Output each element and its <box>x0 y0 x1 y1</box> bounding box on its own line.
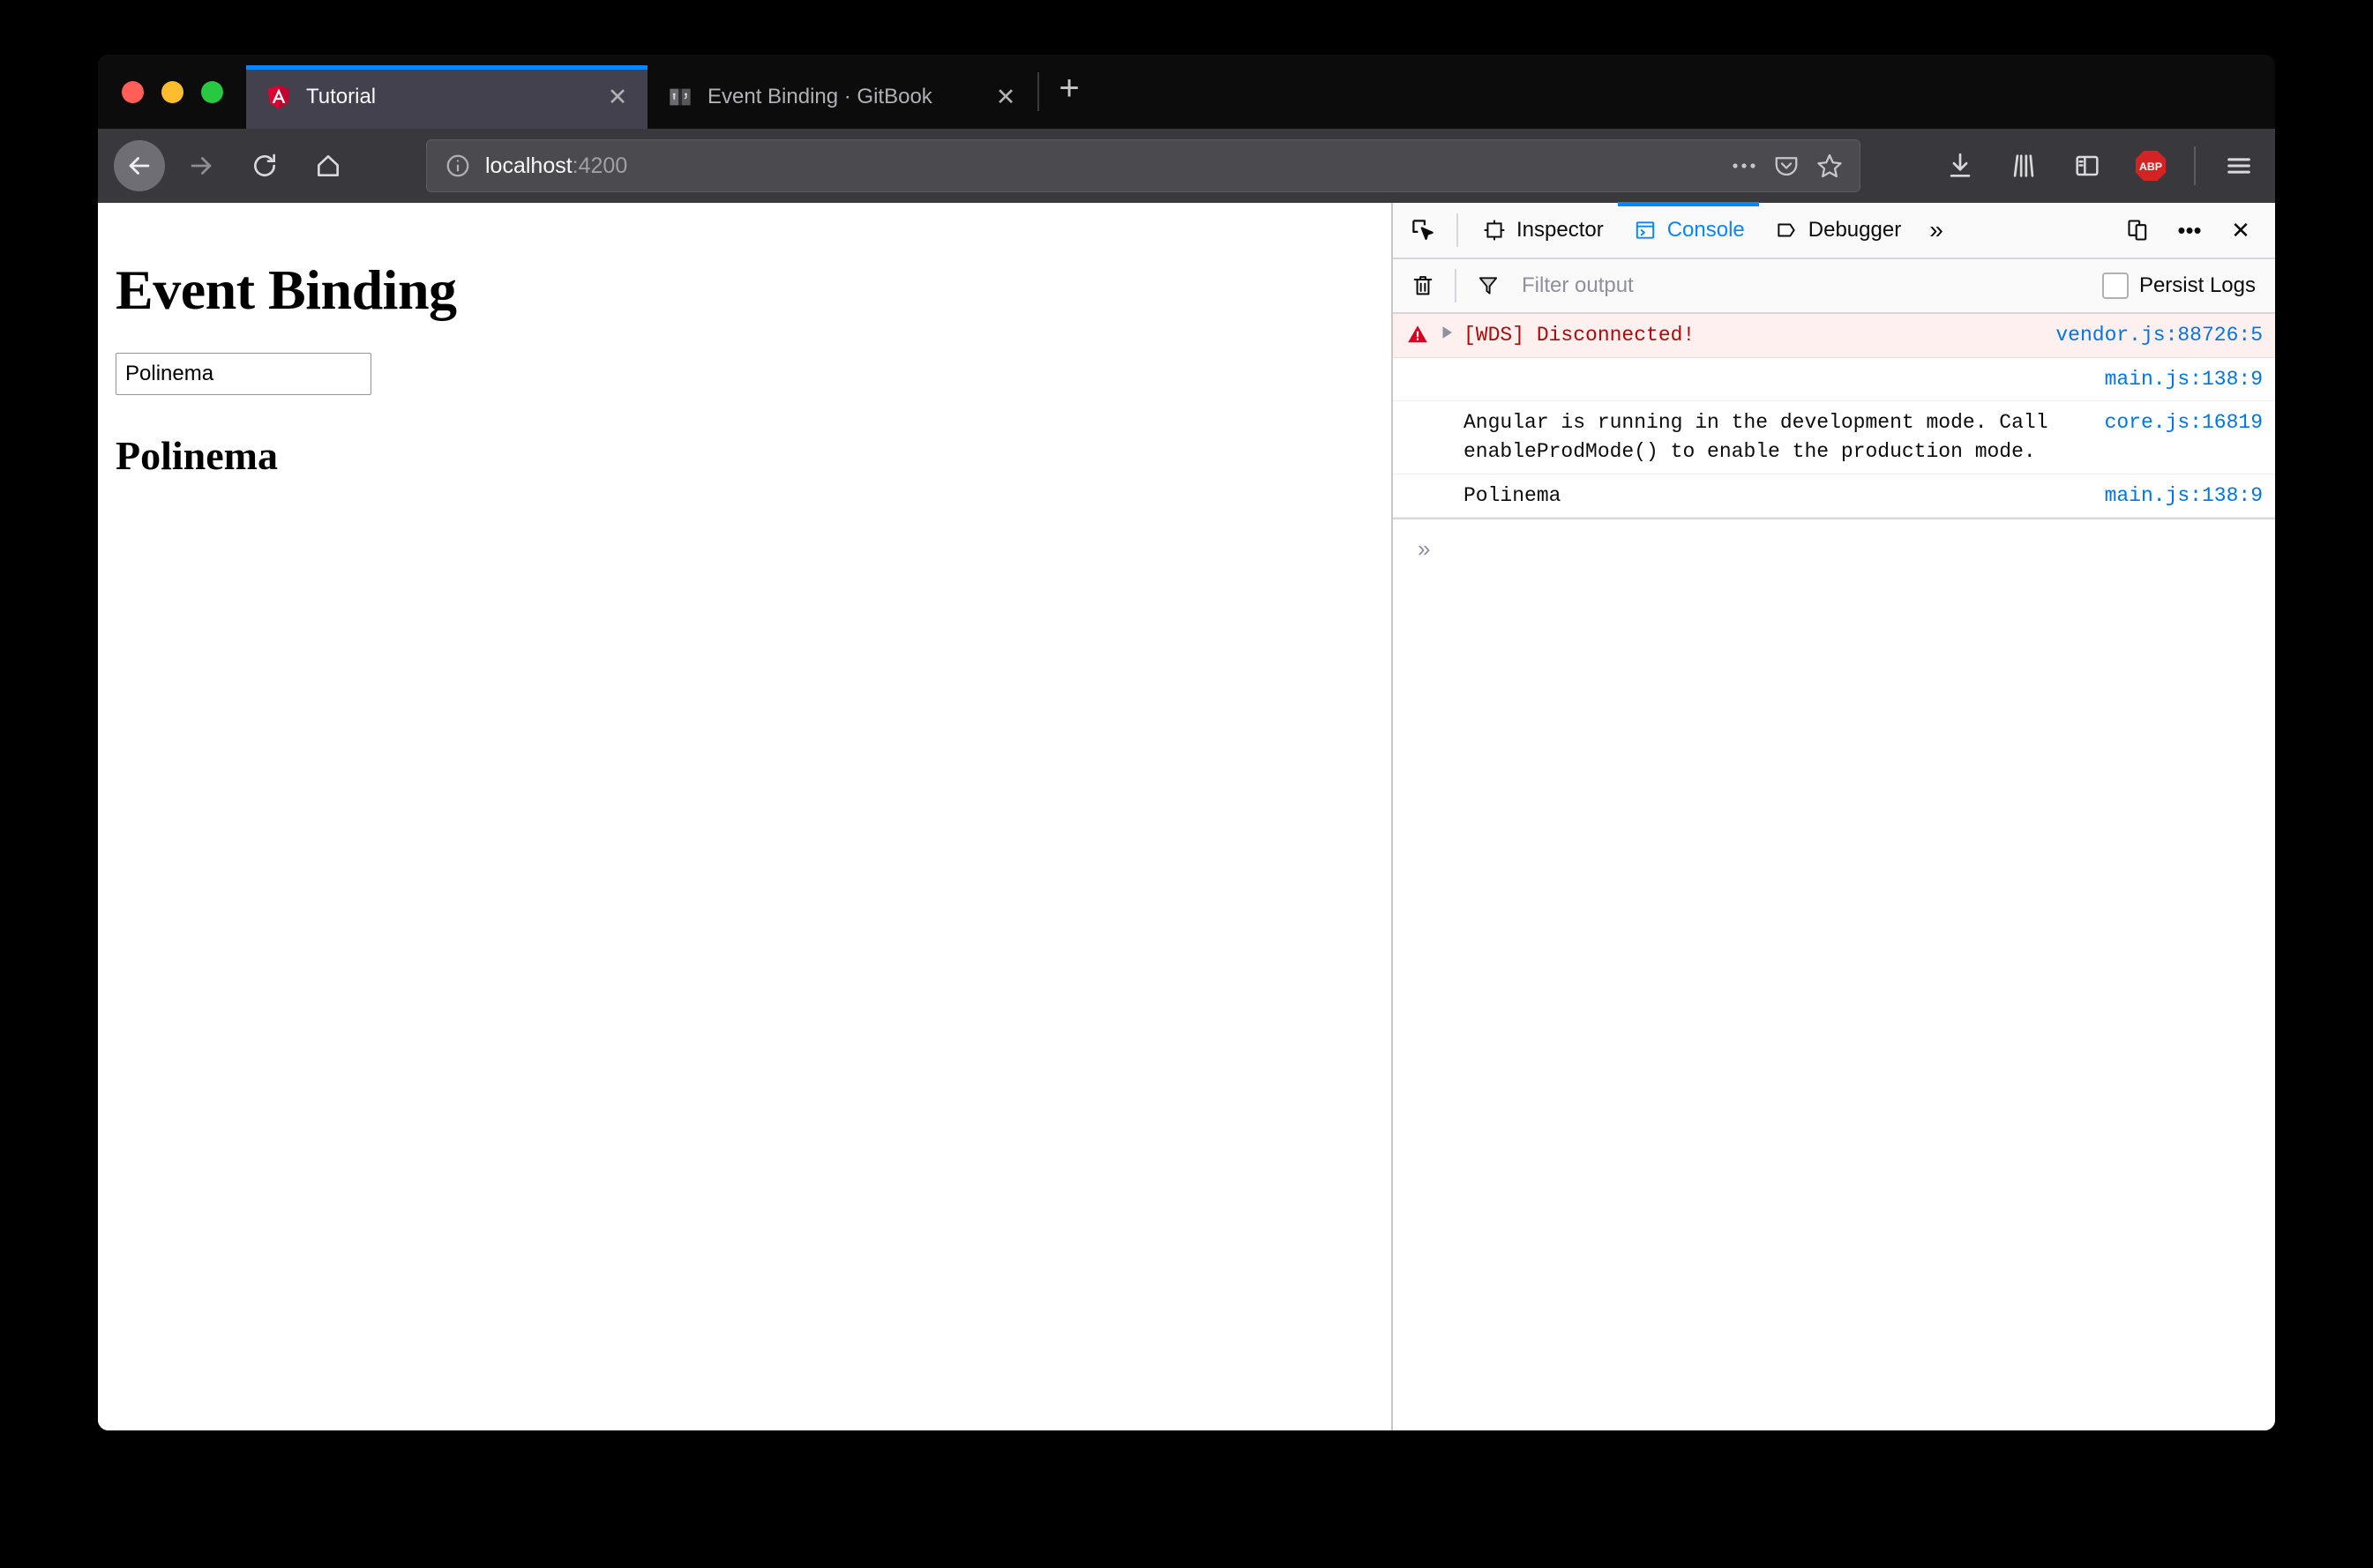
back-button[interactable] <box>114 140 165 191</box>
console-message-source[interactable]: vendor.js:88726:5 <box>2034 321 2263 350</box>
gitbook-icon <box>667 84 693 110</box>
tab-event-binding-gitbook[interactable]: Event Binding · GitBook ✕ <box>648 65 1036 129</box>
navigation-toolbar: localhost:4200 ABP <box>98 129 2275 203</box>
url-host: localhost <box>485 153 573 178</box>
tab-close-button[interactable]: ✕ <box>600 79 635 115</box>
console-message-text: Angular is running in the development mo… <box>1463 411 2048 463</box>
console-message-source[interactable]: main.js:138:9 <box>2084 365 2263 394</box>
message-icon-placeholder <box>1402 365 1434 367</box>
tab-debugger[interactable]: Debugger <box>1759 204 1915 257</box>
prompt-chevron-icon: » <box>1418 534 1431 562</box>
tab-tutorial[interactable]: Tutorial ✕ <box>246 65 648 129</box>
reload-button[interactable] <box>237 138 292 193</box>
tab-title: Tutorial <box>306 85 377 108</box>
browser-window: Tutorial ✕ Event Binding · GitBook ✕ + l… <box>98 55 2275 1430</box>
library-icon[interactable] <box>2003 146 2044 186</box>
console-message-text: [WDS] Disconnected! <box>1463 324 1696 347</box>
inspector-icon <box>1481 217 1508 243</box>
clear-console-icon[interactable] <box>1400 263 1446 309</box>
toolbar-divider <box>1456 213 1458 247</box>
forward-button[interactable] <box>174 138 228 193</box>
console-message-text: Polinema <box>1463 483 1561 507</box>
console-message-row[interactable]: Angular is running in the development mo… <box>1393 401 2275 474</box>
devtools-close-icon[interactable]: ✕ <box>2219 208 2263 252</box>
console-message-row[interactable]: Polinema main.js:138:9 <box>1393 474 2275 519</box>
expand-triangle-icon[interactable] <box>1434 321 1460 340</box>
filter-icon[interactable] <box>1465 263 1511 309</box>
close-window-button[interactable] <box>122 80 144 103</box>
console-input-prompt[interactable]: » <box>1393 518 2275 578</box>
sidebar-icon[interactable] <box>2067 146 2107 186</box>
star-icon[interactable] <box>1815 152 1844 180</box>
tab-label: Inspector <box>1516 218 1604 242</box>
tab-label: Debugger <box>1808 218 1902 242</box>
web-page-content: Event Binding Polinema <box>98 203 1393 1430</box>
home-button[interactable] <box>301 138 356 193</box>
ellipsis-icon[interactable] <box>1731 161 1757 170</box>
filter-output-input[interactable] <box>1511 273 2102 299</box>
devtools-meatball-menu-icon[interactable]: ••• <box>2167 208 2212 252</box>
tab-console[interactable]: Console <box>1617 202 1759 257</box>
page-title: Event Binding <box>116 258 457 321</box>
zoom-window-button[interactable] <box>201 80 223 103</box>
console-message-source[interactable]: main.js:138:9 <box>2084 482 2263 511</box>
output-heading: Polinema <box>116 433 278 478</box>
error-triangle-icon <box>1402 321 1434 346</box>
new-tab-button[interactable]: + <box>1044 63 1094 113</box>
tab-title: Event Binding · GitBook <box>707 85 932 108</box>
url-text: localhost:4200 <box>485 153 1731 179</box>
tab-strip: Tutorial ✕ Event Binding · GitBook ✕ + <box>98 55 2275 129</box>
url-bar[interactable]: localhost:4200 <box>426 139 1860 192</box>
debugger-icon <box>1773 217 1800 243</box>
url-actions <box>1731 152 1844 180</box>
console-icon <box>1632 217 1658 243</box>
window-controls <box>98 55 246 129</box>
toolbar-right-icons: ABP <box>1931 146 2259 186</box>
devtools-toolbar: Inspector Console Debugger » ••• ✕ <box>1393 202 2275 259</box>
toolbar-separator <box>2194 146 2196 185</box>
expand-placeholder <box>1434 408 1460 412</box>
angular-icon <box>266 84 292 110</box>
tab-label: Console <box>1666 218 1745 242</box>
url-port: :4200 <box>572 153 628 178</box>
responsive-design-mode-icon[interactable] <box>2116 208 2160 252</box>
content-area: Event Binding Polinema Polinema Inspecto… <box>98 202 2275 1430</box>
message-icon-placeholder <box>1402 482 1434 483</box>
persist-logs-label: Persist Logs <box>2138 273 2256 297</box>
persist-logs-checkbox[interactable] <box>2101 273 2129 299</box>
element-picker-icon[interactable] <box>1398 205 1448 255</box>
persist-logs-toggle[interactable]: Persist Logs <box>2101 273 2275 299</box>
minimize-window-button[interactable] <box>161 80 183 103</box>
pocket-icon[interactable] <box>1773 153 1800 179</box>
hamburger-menu-icon[interactable] <box>2219 146 2259 186</box>
tab-inspector[interactable]: Inspector <box>1467 204 1618 257</box>
downloads-icon[interactable] <box>1940 146 1980 186</box>
expand-placeholder <box>1434 365 1460 369</box>
console-message-row[interactable]: main.js:138:9 <box>1393 358 2275 402</box>
devtools-toolbar-right: ••• ✕ <box>2116 208 2275 252</box>
console-filter-bar: Persist Logs <box>1393 259 2275 314</box>
expand-placeholder <box>1434 482 1460 485</box>
tab-separator <box>1037 72 1039 111</box>
console-message-source[interactable]: core.js:16819 <box>2084 408 2263 437</box>
name-input[interactable] <box>116 353 371 395</box>
console-output[interactable]: [WDS] Disconnected! vendor.js:88726:5 ma… <box>1393 314 2275 1430</box>
devtools-panel: Inspector Console Debugger » ••• ✕ Filte… <box>1393 202 2275 1430</box>
info-circle-icon[interactable] <box>443 151 473 181</box>
message-icon-placeholder <box>1402 408 1434 410</box>
filterbar-divider <box>1455 269 1456 302</box>
adblock-plus-icon[interactable]: ABP <box>2130 146 2171 186</box>
devtools-tabs-overflow-icon[interactable]: » <box>1915 216 1958 244</box>
tab-close-button[interactable]: ✕ <box>988 79 1023 115</box>
console-message-row[interactable]: [WDS] Disconnected! vendor.js:88726:5 <box>1393 314 2275 358</box>
svg-text:ABP: ABP <box>2139 161 2162 173</box>
